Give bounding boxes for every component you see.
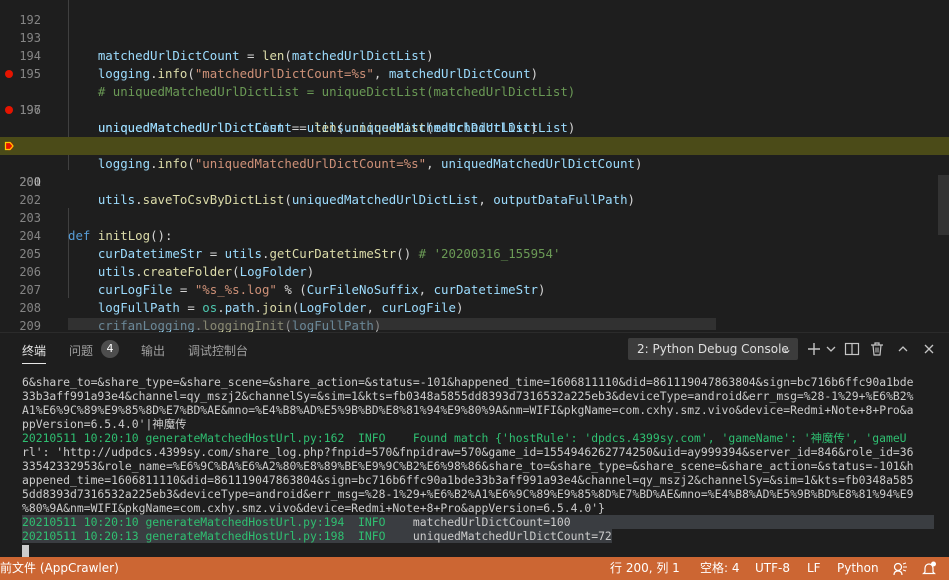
code-line[interactable]: 207 logFullPath = os.path.join(LogFolder…: [0, 263, 949, 315]
problems-count-badge: 4: [101, 340, 119, 358]
terminal-line: 20210511 10:20:10 generateMatchedHostUrl…: [22, 431, 907, 445]
terminal-line: A1%E6%9C%89%E9%85%8D%E7%BD%AE&mno=%E4%B8…: [22, 403, 914, 417]
status-language[interactable]: Python: [837, 557, 879, 580]
code-line[interactable]: 203 def initLog():: [0, 191, 949, 243]
terminal-line: rl': 'http://udpdcs.4399sy.com/share_log…: [22, 445, 914, 459]
feedback-icon[interactable]: [892, 561, 908, 576]
panel-tabs: 终端 问题 4 输出 调试控制台 2: Python Debug Console…: [0, 333, 949, 365]
code-line[interactable]: 209: [0, 299, 949, 332]
code-line[interactable]: 204 curDatetimeStr = utils.getCurDatetim…: [0, 209, 949, 261]
status-encoding[interactable]: UTF-8: [755, 557, 790, 580]
terminal-dropdown-chevron-icon[interactable]: [822, 340, 840, 358]
split-terminal-icon[interactable]: [843, 340, 861, 358]
code-line[interactable]: 196 uniquedMatchedUrlDictList = utils.un…: [0, 65, 949, 135]
terminal-line: ppVersion=6.5.4.0'|神魔传: [22, 417, 187, 431]
vertical-scrollbar[interactable]: [938, 175, 949, 235]
terminal-select[interactable]: 2: Python Debug Console ⌄: [628, 338, 798, 360]
code-line[interactable]: 192: [0, 0, 949, 27]
code-line[interactable]: 193 matchedUrlDictCount = len(matchedUrl…: [0, 11, 949, 63]
terminal-log-line: 20210511 10:20:13 generateMatchedHostUrl…: [22, 529, 612, 543]
code-line[interactable]: 201: [0, 155, 949, 189]
status-launch-config[interactable]: 当前文件 (AppCrawler): [0, 557, 119, 580]
code-line[interactable]: 206 curLogFile = "%s_%s.log" % (CurFileN…: [0, 245, 949, 297]
kill-terminal-trash-icon[interactable]: [868, 340, 886, 358]
code-line[interactable]: 194 logging.info("matchedUrlDictCount=%s…: [0, 29, 949, 81]
tab-output[interactable]: 输出: [141, 342, 165, 359]
code-line[interactable]: 195 # uniquedMatchedUrlDictList = unique…: [0, 47, 949, 99]
active-tab-indicator: [22, 363, 46, 364]
breakpoint-icon[interactable]: [5, 70, 13, 78]
code-line[interactable]: 199: [0, 119, 949, 153]
log-message: uniquedMatchedUrlDictCount=72: [412, 529, 612, 543]
notifications-bell-icon[interactable]: [921, 561, 937, 576]
terminal-line: 5dd8393d7316532a225eb3&deviceType=androi…: [22, 487, 914, 501]
terminal-line: 33542332953&role_name=%E6%9C%BA%E6%A2%80…: [22, 459, 914, 473]
terminal-line: 6&share_to=&share_type=&share_scene=&sha…: [22, 375, 914, 389]
status-bar: 当前文件 (AppCrawler) 行 200, 列 1 空格: 4 UTF-8…: [0, 557, 949, 580]
tab-terminal[interactable]: 终端: [22, 342, 46, 359]
terminal-log-line: 20210511 10:20:10 generateMatchedHostUrl…: [22, 515, 934, 529]
code-editor[interactable]: 192 193 matchedUrlDictCount = len(matche…: [0, 0, 949, 332]
status-indentation[interactable]: 空格: 4: [700, 557, 740, 580]
status-cursor-position[interactable]: 行 200, 列 1: [610, 557, 680, 580]
debug-current-line-icon[interactable]: [4, 141, 14, 151]
terminal-output[interactable]: 6&share_to=&share_type=&share_scene=&sha…: [22, 375, 934, 557]
code-line[interactable]: 208 crifanLogging.loggingInit(logFullPat…: [0, 281, 949, 332]
code-line[interactable]: 205 utils.createFolder(LogFolder): [0, 227, 949, 279]
bottom-panel: 终端 问题 4 输出 调试控制台 2: Python Debug Console…: [0, 332, 949, 558]
chevron-down-icon: ⌄: [781, 342, 792, 356]
terminal-cursor: [22, 544, 29, 557]
terminal-line: appened_time=1606811110&did=861119047863…: [22, 473, 914, 487]
log-header: 20210511 10:20:10 generateMatchedHostUrl…: [22, 515, 413, 529]
horizontal-scrollbar[interactable]: [68, 318, 716, 330]
breakpoint-icon[interactable]: [5, 106, 13, 114]
maximize-panel-chevron-up-icon[interactable]: [894, 340, 912, 358]
status-eol[interactable]: LF: [807, 557, 821, 580]
tab-debug-console[interactable]: 调试控制台: [188, 342, 248, 359]
terminal-line: %80%9A&nm=WIFI&pkgName=com.cxhy.smz.vivo…: [22, 501, 605, 515]
new-terminal-plus-icon[interactable]: [805, 340, 823, 358]
log-header: 20210511 10:20:13 generateMatchedHostUrl…: [22, 529, 413, 543]
code-line[interactable]: 197 uniquedMatchedUrlDictCount = len(uni…: [0, 83, 949, 135]
current-code-line[interactable]: 200 utils.saveToCsvByDictList(uniquedMat…: [0, 137, 949, 207]
code-line[interactable]: 202: [0, 173, 949, 207]
terminal-select-value: 2: Python Debug Console: [637, 342, 789, 356]
log-message: matchedUrlDictCount=100: [412, 515, 571, 529]
close-panel-icon[interactable]: [920, 340, 938, 358]
code-line[interactable]: 198 logging.info("uniquedMatchedUrlDictC…: [0, 101, 949, 171]
tab-problems[interactable]: 问题: [69, 342, 93, 359]
terminal-line: 33b3aff991a93e4&channel=qy_mszj2&channel…: [22, 389, 914, 403]
terminal-prompt: [22, 543, 934, 557]
